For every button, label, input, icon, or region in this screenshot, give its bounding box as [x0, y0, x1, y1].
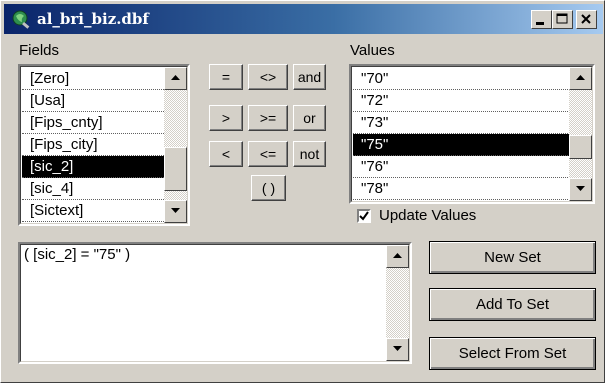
or-button[interactable]: or — [293, 105, 326, 131]
field-item[interactable]: [sic_4] — [22, 178, 164, 200]
window-title: al_bri_biz.dbf — [37, 10, 149, 28]
scroll-up-button[interactable] — [569, 67, 592, 90]
expression-scrollbar[interactable] — [386, 245, 409, 361]
value-item-selected[interactable]: "75" — [353, 134, 570, 156]
query-expression-box[interactable]: ( [sic_2] = "75" ) — [18, 242, 412, 364]
minimize-button[interactable] — [531, 10, 552, 29]
field-item[interactable]: [Sictext] — [22, 200, 164, 222]
arrow-down-icon — [576, 186, 585, 191]
equals-button[interactable]: = — [209, 64, 243, 90]
new-set-button[interactable]: New Set — [429, 241, 596, 274]
scroll-up-button[interactable] — [164, 67, 187, 90]
arrow-up-icon — [171, 75, 180, 80]
scroll-thumb[interactable] — [569, 135, 592, 159]
and-button[interactable]: and — [293, 64, 326, 90]
field-item[interactable]: [Fips_city] — [22, 134, 164, 156]
update-values-label[interactable]: Update Values — [379, 207, 476, 224]
values-scrollbar[interactable] — [569, 67, 592, 201]
field-item-selected[interactable]: [sic_2] — [22, 156, 164, 178]
scroll-down-button[interactable] — [569, 178, 592, 201]
scroll-down-button[interactable] — [386, 338, 409, 361]
query-builder-icon — [10, 9, 32, 29]
greater-equal-button[interactable]: >= — [248, 105, 288, 131]
fields-label: Fields — [19, 42, 60, 59]
checkmark-icon — [359, 211, 369, 221]
values-label: Values — [350, 42, 395, 59]
field-item[interactable]: [Zero] — [22, 68, 164, 90]
title-bar[interactable]: al_bri_biz.dbf — [4, 4, 603, 34]
less-equal-button[interactable]: <= — [248, 141, 288, 167]
greater-than-button[interactable]: > — [209, 105, 243, 131]
close-button[interactable] — [576, 10, 597, 29]
arrow-down-icon — [171, 208, 180, 213]
minimize-icon — [536, 22, 544, 25]
query-builder-window: al_bri_biz.dbf Fields [Zero] [Usa] [Fips… — [0, 0, 605, 383]
fields-scrollbar[interactable] — [164, 67, 187, 223]
add-to-set-button[interactable]: Add To Set — [429, 288, 596, 321]
fields-list[interactable]: [Zero] [Usa] [Fips_cnty] [Fips_city] [si… — [18, 64, 190, 226]
close-icon — [581, 14, 591, 24]
scroll-up-button[interactable] — [386, 245, 409, 268]
value-item[interactable]: "72" — [353, 90, 570, 112]
field-item[interactable]: [Usa] — [22, 90, 164, 112]
arrow-up-icon — [576, 75, 585, 80]
not-button[interactable]: not — [293, 141, 326, 167]
value-item[interactable]: "78" — [353, 178, 570, 200]
arrow-up-icon — [393, 253, 402, 258]
select-from-set-button[interactable]: Select From Set — [429, 337, 596, 370]
value-item[interactable]: "76" — [353, 156, 570, 178]
not-equal-button[interactable]: <> — [248, 64, 288, 90]
values-list[interactable]: "70" "72" "73" "75" "76" "78" — [349, 64, 595, 204]
maximize-button[interactable] — [552, 10, 573, 29]
scroll-down-button[interactable] — [164, 200, 187, 223]
less-than-button[interactable]: < — [209, 141, 243, 167]
maximize-icon — [556, 13, 568, 24]
value-item[interactable]: "73" — [353, 112, 570, 134]
scroll-thumb[interactable] — [164, 147, 187, 191]
update-values-checkbox[interactable] — [357, 209, 371, 223]
arrow-down-icon — [393, 346, 402, 351]
value-item[interactable]: "70" — [353, 68, 570, 90]
parentheses-button[interactable]: ( ) — [251, 175, 286, 201]
field-item[interactable]: [Fips_cnty] — [22, 112, 164, 134]
query-expression-text[interactable]: ( [sic_2] = "75" ) — [24, 246, 130, 263]
